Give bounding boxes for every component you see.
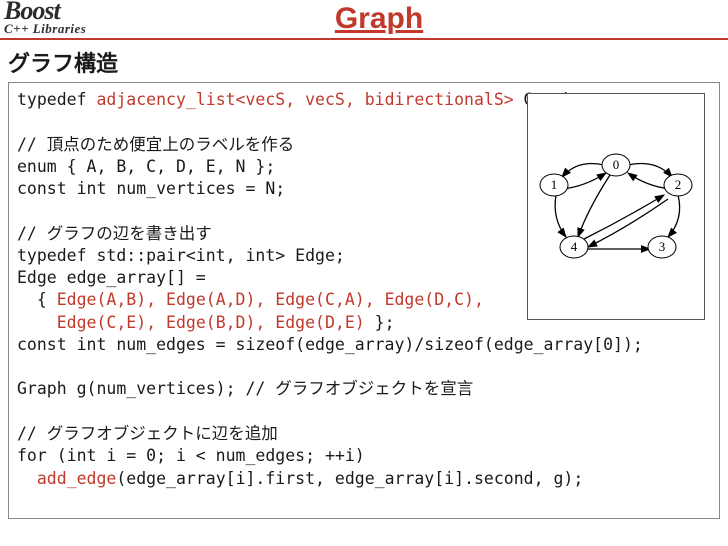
code-line <box>17 469 37 488</box>
code-line: typedef <box>17 90 96 109</box>
section-subtitle: グラフ構造 <box>0 40 728 82</box>
header: Boost C++ Libraries Graph <box>0 0 728 40</box>
graph-diagram: 0 1 2 3 4 <box>527 93 705 320</box>
code-line: }; <box>365 313 395 332</box>
code-line: for (int i = 0; i < num_edges; ++i) <box>17 446 365 465</box>
logo-bottom: C++ Libraries <box>4 21 130 37</box>
code-comment: // 頂点のため便宜上のラベルを作る <box>17 135 294 154</box>
code-line: Graph g(num_vertices); // グラフオブジェクトを宣言 <box>17 379 473 398</box>
code-line <box>17 313 57 332</box>
graph-node-1: 1 <box>551 177 558 192</box>
page-title: Graph <box>130 2 728 36</box>
code-line: const int num_edges = sizeof(edge_array)… <box>17 335 643 354</box>
code-line: typedef std::pair<int, int> Edge; <box>17 246 345 265</box>
code-block: typedef adjacency_list<vecS, vecS, bidir… <box>8 82 720 519</box>
code-highlight: adjacency_list<vecS, vecS, bidirectional… <box>96 90 513 109</box>
logo-top: Boost <box>4 1 130 22</box>
code-comment: // グラフオブジェクトに辺を追加 <box>17 424 278 443</box>
graph-node-2: 2 <box>675 177 682 192</box>
code-line: enum { A, B, C, D, E, N }; <box>17 157 275 176</box>
boost-logo: Boost C++ Libraries <box>0 1 130 38</box>
code-comment: // グラフの辺を書き出す <box>17 224 212 243</box>
graph-node-0: 0 <box>613 157 620 172</box>
code-line: Edge edge_array[] = <box>17 268 206 287</box>
code-highlight: Edge(C,E), Edge(B,D), Edge(D,E) <box>57 313 365 332</box>
graph-node-3: 3 <box>659 239 666 254</box>
code-line: const int num_vertices = N; <box>17 179 285 198</box>
graph-node-4: 4 <box>571 239 578 254</box>
code-highlight: add_edge <box>37 469 116 488</box>
code-line: (edge_array[i].first, edge_array[i].seco… <box>116 469 583 488</box>
code-highlight: Edge(A,B), Edge(A,D), Edge(C,A), Edge(D,… <box>57 290 484 309</box>
code-line: { <box>17 290 57 309</box>
